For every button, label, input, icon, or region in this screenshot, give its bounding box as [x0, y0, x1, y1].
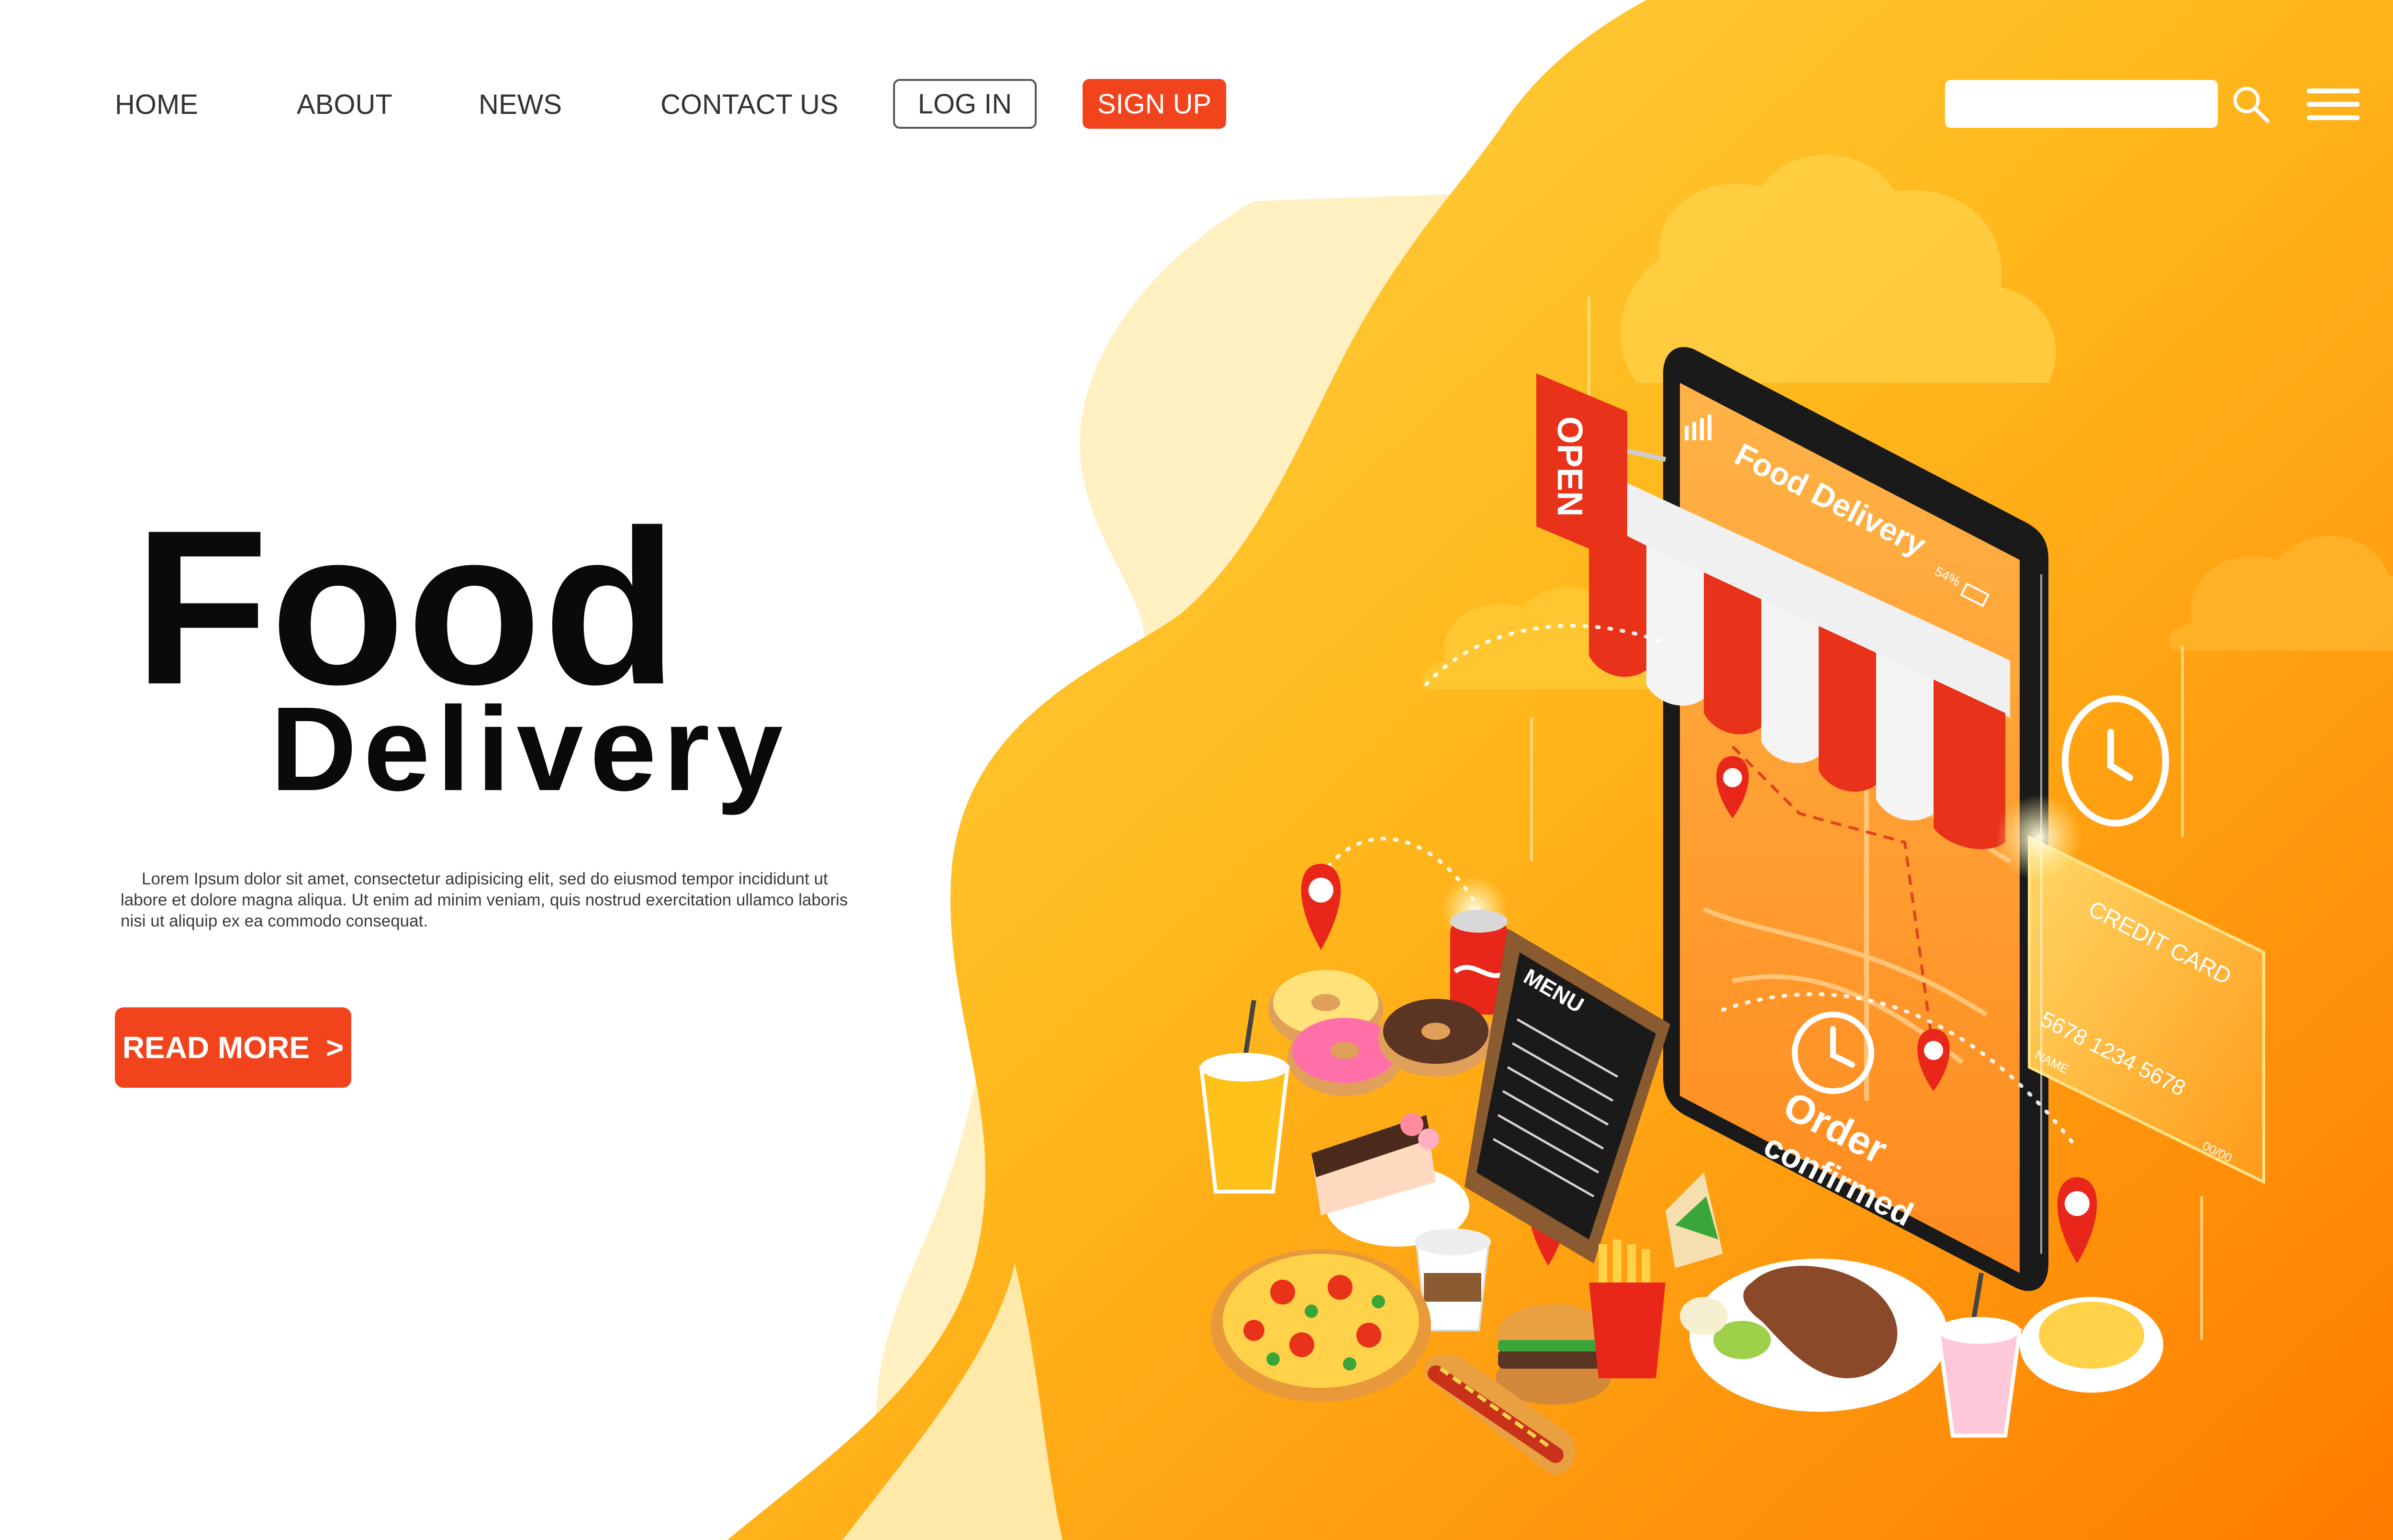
location-pin-icon: [2057, 1177, 2097, 1263]
pizza: [1211, 1249, 1431, 1402]
clock-icon: [2062, 695, 2169, 826]
location-pin-icon: [1301, 864, 1341, 950]
steak-plate: [1680, 1259, 1948, 1412]
sandwich: [1666, 1172, 1723, 1268]
smoothie-cup: [1936, 1272, 2022, 1438]
cake-slice: [1311, 1113, 1469, 1247]
drink-cup: [1199, 1000, 1290, 1194]
french-fries: [1589, 1239, 1666, 1378]
food-delivery-illustration: Food Delivery 54% Order confirmed OPEN C…: [1199, 347, 2265, 1474]
omelette-plate: [2020, 1297, 2163, 1393]
open-sign-text: OPEN: [1550, 416, 1590, 517]
